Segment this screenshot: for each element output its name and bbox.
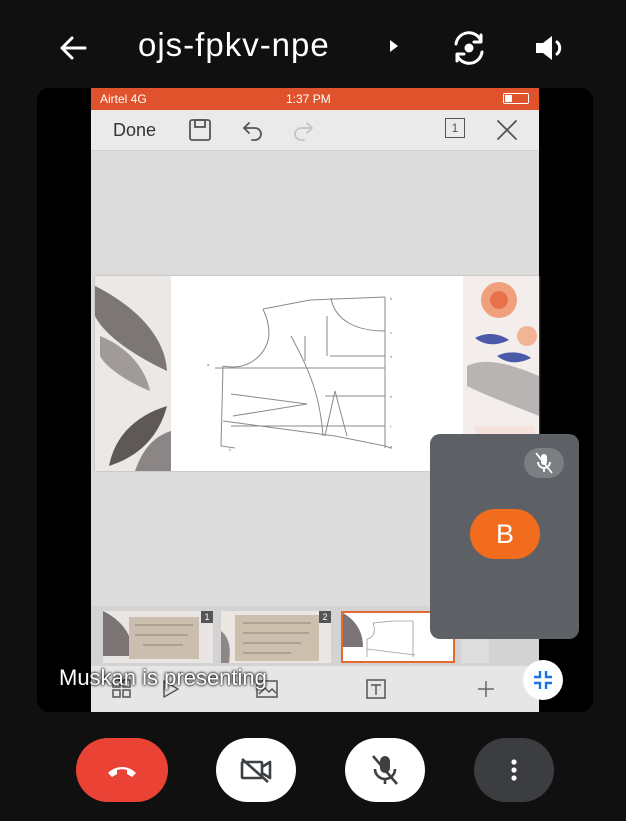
meeting-code[interactable]: ojs-fpkv-npe: [138, 26, 330, 64]
presenting-label: Muskan is presenting: [59, 665, 267, 690]
close-icon[interactable]: [495, 118, 519, 142]
svg-text:h: h: [229, 447, 231, 452]
participant-muted-indicator: [524, 448, 564, 478]
slide-thumbnail[interactable]: 2: [221, 611, 331, 663]
camera-off-icon: [240, 758, 272, 783]
top-bar: ojs-fpkv-npe: [0, 0, 626, 88]
participant-tile[interactable]: B: [430, 434, 579, 639]
end-call-button[interactable]: [76, 738, 168, 802]
svg-text:f: f: [390, 424, 392, 429]
thumbnail-number: 2: [319, 611, 331, 623]
carrier-label: Airtel 4G: [100, 92, 147, 106]
camera-toggle-button[interactable]: [216, 738, 296, 802]
thumbnail-number: 1: [201, 611, 213, 623]
battery-icon: [503, 93, 529, 104]
redo-icon[interactable]: [291, 118, 315, 142]
slide-count-badge[interactable]: 1: [445, 118, 465, 138]
done-button[interactable]: Done: [113, 120, 156, 141]
more-options-button[interactable]: [474, 738, 554, 802]
svg-text:e: e: [390, 394, 393, 399]
microphone-toggle-button[interactable]: [345, 738, 425, 802]
phone-status-bar: Airtel 4G 1:37 PM: [91, 88, 539, 110]
save-icon[interactable]: [187, 117, 213, 143]
svg-text:a: a: [207, 362, 210, 367]
speaker-icon[interactable]: [532, 32, 568, 64]
app-toolbar: Done 1: [91, 110, 539, 151]
slide-thumbnail[interactable]: 1: [103, 611, 213, 663]
svg-text:c: c: [390, 330, 392, 335]
more-vertical-icon: [511, 759, 517, 781]
thumbnail-image: [103, 611, 213, 663]
undo-icon[interactable]: [241, 118, 265, 142]
exit-fullscreen-button[interactable]: [523, 660, 563, 700]
svg-text:g: g: [390, 444, 392, 449]
svg-text:b: b: [390, 296, 393, 301]
hang-up-icon: [108, 767, 136, 777]
mic-off-icon: [535, 452, 553, 474]
status-time: 1:37 PM: [286, 92, 331, 106]
svg-text:d: d: [390, 354, 392, 359]
add-icon[interactable]: [475, 678, 497, 700]
text-box-icon[interactable]: [365, 678, 387, 700]
back-arrow-icon[interactable]: [55, 30, 91, 66]
thumbnail-image: [221, 611, 331, 663]
participant-avatar: B: [470, 509, 540, 559]
switch-camera-icon[interactable]: [449, 28, 489, 68]
mic-off-icon: [372, 755, 398, 785]
collapse-icon: [534, 671, 552, 689]
caret-right-icon[interactable]: [390, 40, 398, 52]
